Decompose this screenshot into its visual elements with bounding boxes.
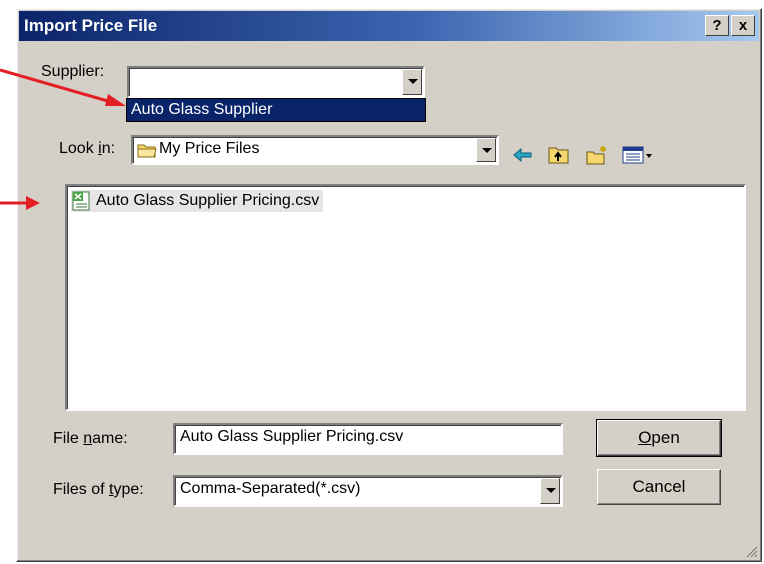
file-name-input[interactable]: Auto Glass Supplier Pricing.csv: [173, 423, 563, 455]
window-title: Import Price File: [24, 16, 158, 35]
supplier-combobox[interactable]: [127, 66, 425, 98]
up-folder-icon[interactable]: [547, 144, 571, 166]
file-type-combobox[interactable]: Comma-Separated(*.csv): [173, 475, 563, 507]
look-in-value: My Price Files: [159, 140, 260, 157]
back-arrow-icon[interactable]: [511, 144, 535, 166]
supplier-dropdown-button[interactable]: [402, 69, 422, 95]
resize-grip-icon[interactable]: [744, 544, 758, 558]
look-in-label: Look in:: [59, 140, 116, 157]
look-in-dropdown-button[interactable]: [476, 138, 496, 162]
new-folder-icon[interactable]: [585, 144, 609, 166]
file-type-dropdown-button[interactable]: [540, 478, 560, 504]
cancel-button[interactable]: Cancel: [597, 469, 721, 505]
file-type-value: Comma-Separated(*.csv): [180, 480, 361, 497]
import-price-file-dialog: Import Price File ? x Supplier: Look in:…: [16, 8, 762, 562]
supplier-option-highlighted[interactable]: Auto Glass Supplier: [127, 99, 425, 121]
open-button[interactable]: Open: [596, 419, 722, 457]
csv-file-icon: [72, 191, 90, 211]
close-button[interactable]: x: [731, 15, 755, 36]
file-name-label: File name:: [53, 430, 128, 447]
file-name-text: Auto Glass Supplier Pricing.csv: [96, 192, 320, 209]
supplier-dropdown-list: Auto Glass Supplier: [126, 98, 426, 122]
look-in-combobox[interactable]: My Price Files: [131, 135, 499, 165]
file-name-value: Auto Glass Supplier Pricing.csv: [180, 428, 404, 445]
folder-icon: [137, 144, 157, 158]
file-list-item[interactable]: Auto Glass Supplier Pricing.csv: [71, 190, 324, 212]
supplier-label: Supplier:: [41, 63, 105, 80]
file-list[interactable]: Auto Glass Supplier Pricing.csv: [65, 184, 746, 411]
help-button[interactable]: ?: [705, 15, 729, 36]
view-menu-icon[interactable]: [621, 144, 655, 166]
file-type-label: Files of type:: [53, 481, 144, 498]
title-bar[interactable]: Import Price File ? x: [19, 11, 759, 41]
